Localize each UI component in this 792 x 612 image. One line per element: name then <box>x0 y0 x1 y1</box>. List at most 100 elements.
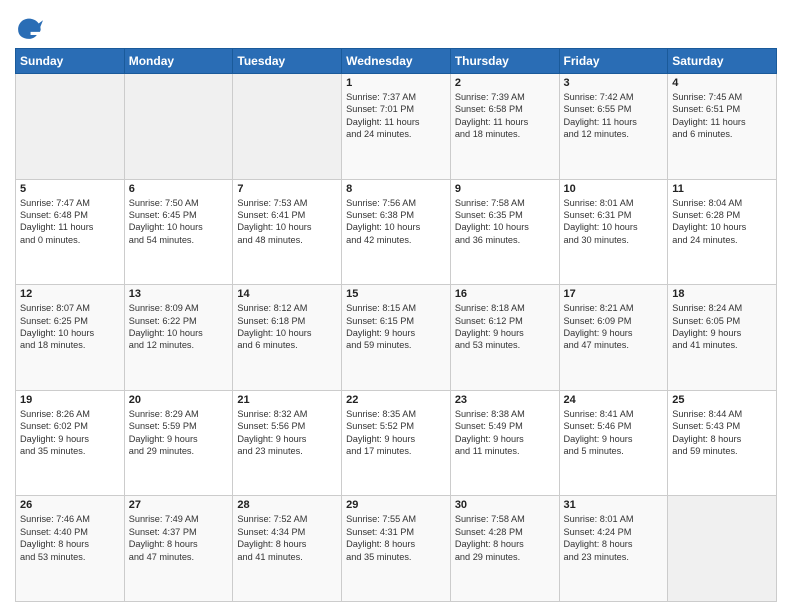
day-number: 23 <box>455 394 555 406</box>
calendar-cell-1-1: 6Sunrise: 7:50 AM Sunset: 6:45 PM Daylig… <box>124 179 233 285</box>
day-number: 14 <box>237 288 337 300</box>
cell-content: Sunrise: 8:01 AM Sunset: 6:31 PM Dayligh… <box>564 197 664 247</box>
cell-content: Sunrise: 8:41 AM Sunset: 5:46 PM Dayligh… <box>564 408 664 458</box>
day-number: 24 <box>564 394 664 406</box>
cell-content: Sunrise: 8:44 AM Sunset: 5:43 PM Dayligh… <box>672 408 772 458</box>
calendar-cell-4-0: 26 Sunrise: 7:46 AM Sunset: 4:40 PM Dayli… <box>16 496 125 602</box>
calendar-cell-0-5: 3Sunrise: 7:42 AM Sunset: 6:55 PM Daylig… <box>559 74 668 180</box>
calendar-cell-3-5: 24 Sunrise: 8:41 AM Sunset: 5:46 PM Dayli… <box>559 390 668 496</box>
calendar-body: 1 Sunrise: 7:37 AM Sunset: 7:01 PM Daylig… <box>16 74 777 602</box>
calendar-cell-2-3: 15 Sunrise: 8:15 AM Sunset: 6:15 PM Dayli… <box>342 285 451 391</box>
cell-content: Sunrise: 7:55 AM Sunset: 4:31 PM Dayligh… <box>346 513 446 563</box>
cell-content: Sunrise: 8:29 AM Sunset: 5:59 PM Dayligh… <box>129 408 229 458</box>
calendar-cell-0-2 <box>233 74 342 180</box>
calendar-cell-3-2: 21 Sunrise: 8:32 AM Sunset: 5:56 PM Dayli… <box>233 390 342 496</box>
calendar-cell-3-4: 23 Sunrise: 8:38 AM Sunset: 5:49 PM Dayli… <box>450 390 559 496</box>
weekday-header-sunday: Sunday <box>16 49 125 74</box>
cell-content: Sunrise: 7:58 AM Sunset: 6:35 PM Dayligh… <box>455 197 555 247</box>
cell-content: Sunrise: 8:38 AM Sunset: 5:49 PM Dayligh… <box>455 408 555 458</box>
weekday-header-thursday: Thursday <box>450 49 559 74</box>
calendar-cell-0-1 <box>124 74 233 180</box>
logo <box>15 14 47 42</box>
calendar-cell-3-0: 19Sunrise: 8:26 AM Sunset: 6:02 PM Dayli… <box>16 390 125 496</box>
page: SundayMondayTuesdayWednesdayThursdayFrid… <box>0 0 792 612</box>
day-number: 28 <box>237 499 337 511</box>
weekday-header-saturday: Saturday <box>668 49 777 74</box>
calendar-cell-3-1: 20 Sunrise: 8:29 AM Sunset: 5:59 PM Dayli… <box>124 390 233 496</box>
day-number: 6 <box>129 183 229 195</box>
day-number: 26 <box>20 499 120 511</box>
cell-content: Sunrise: 7:39 AM Sunset: 6:58 PM Dayligh… <box>455 91 555 141</box>
cell-content: Sunrise: 8:18 AM Sunset: 6:12 PM Dayligh… <box>455 302 555 352</box>
weekday-header-monday: Monday <box>124 49 233 74</box>
day-number: 1 <box>346 77 446 89</box>
cell-content: Sunrise: 7:37 AM Sunset: 7:01 PM Dayligh… <box>346 91 446 141</box>
week-row-2: 5 Sunrise: 7:47 AM Sunset: 6:48 PM Daylig… <box>16 179 777 285</box>
calendar-header: SundayMondayTuesdayWednesdayThursdayFrid… <box>16 49 777 74</box>
calendar-cell-2-0: 12Sunrise: 8:07 AM Sunset: 6:25 PM Dayli… <box>16 285 125 391</box>
calendar-cell-0-4: 2Sunrise: 7:39 AM Sunset: 6:58 PM Daylig… <box>450 74 559 180</box>
cell-content: Sunrise: 7:56 AM Sunset: 6:38 PM Dayligh… <box>346 197 446 247</box>
cell-content: Sunrise: 8:12 AM Sunset: 6:18 PM Dayligh… <box>237 302 337 352</box>
calendar-cell-4-1: 27 Sunrise: 7:49 AM Sunset: 4:37 PM Dayli… <box>124 496 233 602</box>
calendar-cell-0-3: 1 Sunrise: 7:37 AM Sunset: 7:01 PM Daylig… <box>342 74 451 180</box>
cell-content: Sunrise: 7:58 AM Sunset: 4:28 PM Dayligh… <box>455 513 555 563</box>
calendar-cell-0-6: 4 Sunrise: 7:45 AM Sunset: 6:51 PM Daylig… <box>668 74 777 180</box>
day-number: 15 <box>346 288 446 300</box>
cell-content: Sunrise: 8:09 AM Sunset: 6:22 PM Dayligh… <box>129 302 229 352</box>
day-number: 16 <box>455 288 555 300</box>
calendar-cell-4-5: 31 Sunrise: 8:01 AM Sunset: 4:24 PM Dayli… <box>559 496 668 602</box>
calendar-cell-2-6: 18Sunrise: 8:24 AM Sunset: 6:05 PM Dayli… <box>668 285 777 391</box>
day-number: 13 <box>129 288 229 300</box>
week-row-5: 26 Sunrise: 7:46 AM Sunset: 4:40 PM Dayli… <box>16 496 777 602</box>
day-number: 20 <box>129 394 229 406</box>
cell-content: Sunrise: 8:32 AM Sunset: 5:56 PM Dayligh… <box>237 408 337 458</box>
day-number: 30 <box>455 499 555 511</box>
week-row-1: 1 Sunrise: 7:37 AM Sunset: 7:01 PM Daylig… <box>16 74 777 180</box>
day-number: 5 <box>20 183 120 195</box>
day-number: 7 <box>237 183 337 195</box>
cell-content: Sunrise: 7:49 AM Sunset: 4:37 PM Dayligh… <box>129 513 229 563</box>
cell-content: Sunrise: 7:52 AM Sunset: 4:34 PM Dayligh… <box>237 513 337 563</box>
cell-content: Sunrise: 8:15 AM Sunset: 6:15 PM Dayligh… <box>346 302 446 352</box>
calendar-cell-1-2: 7 Sunrise: 7:53 AM Sunset: 6:41 PM Daylig… <box>233 179 342 285</box>
day-number: 27 <box>129 499 229 511</box>
cell-content: Sunrise: 7:53 AM Sunset: 6:41 PM Dayligh… <box>237 197 337 247</box>
calendar-cell-4-3: 29 Sunrise: 7:55 AM Sunset: 4:31 PM Dayli… <box>342 496 451 602</box>
cell-content: Sunrise: 8:01 AM Sunset: 4:24 PM Dayligh… <box>564 513 664 563</box>
day-number: 10 <box>564 183 664 195</box>
calendar-cell-3-6: 25 Sunrise: 8:44 AM Sunset: 5:43 PM Dayli… <box>668 390 777 496</box>
logo-icon <box>15 14 43 42</box>
week-row-3: 12Sunrise: 8:07 AM Sunset: 6:25 PM Dayli… <box>16 285 777 391</box>
calendar-cell-4-4: 30 Sunrise: 7:58 AM Sunset: 4:28 PM Dayli… <box>450 496 559 602</box>
weekday-header-row: SundayMondayTuesdayWednesdayThursdayFrid… <box>16 49 777 74</box>
calendar-cell-1-3: 8 Sunrise: 7:56 AM Sunset: 6:38 PM Daylig… <box>342 179 451 285</box>
day-number: 25 <box>672 394 772 406</box>
cell-content: Sunrise: 8:35 AM Sunset: 5:52 PM Dayligh… <box>346 408 446 458</box>
cell-content: Sunrise: 8:26 AM Sunset: 6:02 PM Dayligh… <box>20 408 120 458</box>
day-number: 31 <box>564 499 664 511</box>
calendar-cell-1-4: 9Sunrise: 7:58 AM Sunset: 6:35 PM Daylig… <box>450 179 559 285</box>
header <box>15 10 777 42</box>
weekday-header-friday: Friday <box>559 49 668 74</box>
week-row-4: 19Sunrise: 8:26 AM Sunset: 6:02 PM Dayli… <box>16 390 777 496</box>
cell-content: Sunrise: 7:42 AM Sunset: 6:55 PM Dayligh… <box>564 91 664 141</box>
cell-content: Sunrise: 8:21 AM Sunset: 6:09 PM Dayligh… <box>564 302 664 352</box>
calendar-cell-1-5: 10 Sunrise: 8:01 AM Sunset: 6:31 PM Dayli… <box>559 179 668 285</box>
calendar-table: SundayMondayTuesdayWednesdayThursdayFrid… <box>15 48 777 602</box>
cell-content: Sunrise: 8:04 AM Sunset: 6:28 PM Dayligh… <box>672 197 772 247</box>
weekday-header-wednesday: Wednesday <box>342 49 451 74</box>
day-number: 21 <box>237 394 337 406</box>
calendar-cell-2-1: 13 Sunrise: 8:09 AM Sunset: 6:22 PM Dayli… <box>124 285 233 391</box>
calendar-cell-2-4: 16 Sunrise: 8:18 AM Sunset: 6:12 PM Dayli… <box>450 285 559 391</box>
calendar-cell-4-2: 28 Sunrise: 7:52 AM Sunset: 4:34 PM Dayli… <box>233 496 342 602</box>
cell-content: Sunrise: 7:46 AM Sunset: 4:40 PM Dayligh… <box>20 513 120 563</box>
cell-content: Sunrise: 7:47 AM Sunset: 6:48 PM Dayligh… <box>20 197 120 247</box>
day-number: 18 <box>672 288 772 300</box>
calendar-cell-3-3: 22Sunrise: 8:35 AM Sunset: 5:52 PM Dayli… <box>342 390 451 496</box>
cell-content: Sunrise: 7:45 AM Sunset: 6:51 PM Dayligh… <box>672 91 772 141</box>
day-number: 29 <box>346 499 446 511</box>
day-number: 8 <box>346 183 446 195</box>
day-number: 4 <box>672 77 772 89</box>
day-number: 11 <box>672 183 772 195</box>
